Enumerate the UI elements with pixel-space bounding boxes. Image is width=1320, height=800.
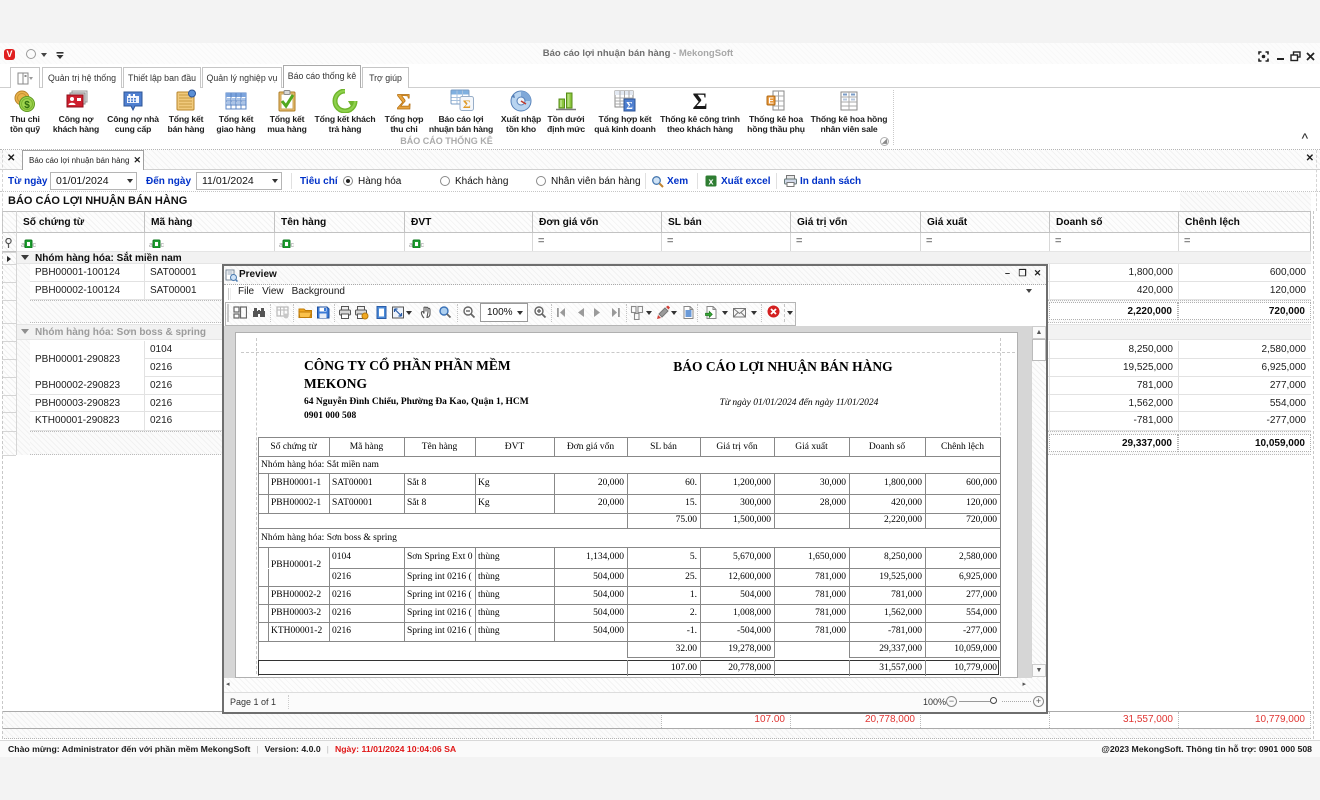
svg-text:E: E <box>768 97 774 106</box>
svg-text:$: $ <box>24 100 30 111</box>
svg-text:Σ: Σ <box>397 89 411 113</box>
svg-text:Σ: Σ <box>626 101 633 112</box>
svg-text:x: x <box>708 177 713 187</box>
svg-text:Σ: Σ <box>463 97 471 111</box>
svg-text:Σ: Σ <box>692 89 707 113</box>
